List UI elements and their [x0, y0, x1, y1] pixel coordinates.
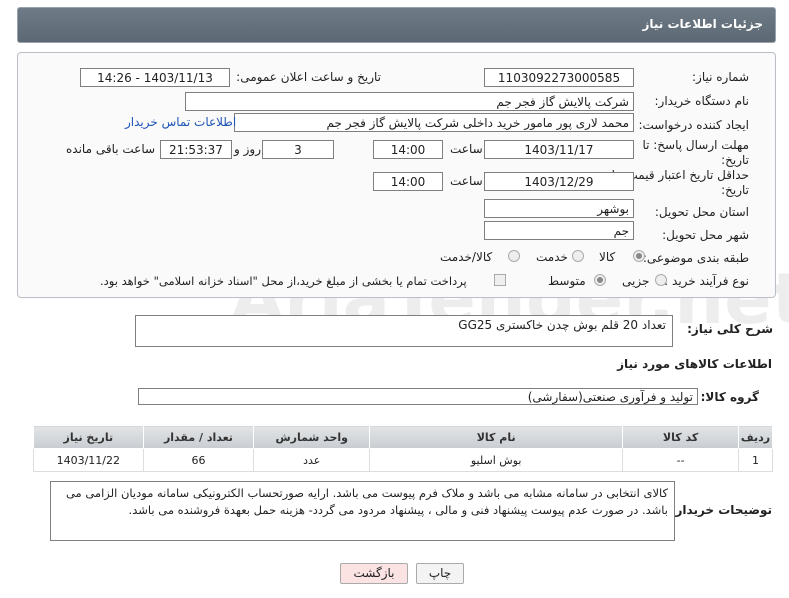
- announce-field: 1403/11/13 - 14:26: [80, 68, 230, 87]
- remaining-label: ساعت باقی مانده: [66, 142, 156, 156]
- cell-code: --: [622, 448, 740, 472]
- days-field: 3: [262, 140, 334, 159]
- summary-box: تعداد 20 قلم بوش چدن خاکستری GG25: [135, 315, 673, 347]
- col-date: تاریخ نیاز: [33, 425, 144, 449]
- city-field: جم: [484, 221, 634, 240]
- need-number-field: 1103092273000585: [484, 68, 634, 87]
- page-header: جزئیات اطلاعات نیاز: [17, 7, 776, 43]
- reply-deadline-label: مهلت ارسال پاسخ: تا: [642, 138, 749, 152]
- price-time-field: 14:00: [373, 172, 443, 191]
- province-field: بوشهر: [484, 199, 634, 218]
- reply-time-field: 14:00: [373, 140, 443, 159]
- buyer-org-label: نام دستگاه خریدار:: [654, 94, 750, 108]
- price-date-field: 1403/12/29: [484, 172, 634, 191]
- category-radio-service[interactable]: [572, 250, 584, 262]
- buyer-org-field: شرکت پالایش گاز فجر جم: [185, 92, 634, 111]
- cell-qty: 66: [142, 448, 255, 472]
- reply-date-field: 1403/11/17: [484, 140, 634, 159]
- category-option-service: خدمت: [536, 250, 568, 264]
- col-code: کد کالا: [622, 425, 740, 449]
- col-unit: واحد شمارش: [253, 425, 371, 449]
- category-radio-goods[interactable]: [633, 250, 645, 262]
- buyer-contact-link[interactable]: اطلاعات تماس خریدار: [125, 115, 236, 129]
- page-title: جزئیات اطلاعات نیاز: [642, 17, 763, 31]
- creator-label: ایجاد کننده درخواست:: [638, 118, 749, 132]
- goods-group-field: تولید و فرآوری صنعتی(سفارشی): [138, 388, 698, 405]
- buyer-notes-label: توضیحات خریدار:: [670, 503, 772, 517]
- table-row: 1 -- بوش اسلیو عدد 66 1403/11/22: [33, 448, 773, 472]
- purchase-option-minor: جزیی: [622, 274, 650, 288]
- summary-text: تعداد 20 قلم بوش چدن خاکستری GG25: [458, 318, 666, 332]
- category-radio-both[interactable]: [508, 250, 520, 262]
- treasury-payment-checkbox[interactable]: [494, 274, 506, 286]
- cell-date: 1403/11/22: [33, 448, 144, 472]
- creator-field: محمد لاری پور مامور خرید داخلی شرکت پالا…: [234, 113, 634, 132]
- purchase-type-label: نوع فرآیند خرید :: [664, 274, 749, 288]
- need-number-label: شماره نیاز:: [692, 70, 749, 84]
- price-time-label: ساعت: [450, 174, 483, 188]
- category-option-both: کالا/خدمت: [440, 250, 493, 264]
- cell-name: بوش اسلیو: [369, 448, 624, 472]
- reply-deadline-label-date: تاریخ:: [721, 153, 749, 167]
- col-name: نام کالا: [369, 425, 624, 449]
- days-label: روز و: [234, 142, 261, 156]
- reply-time-label: ساعت: [450, 142, 483, 156]
- goods-section-title: اطلاعات کالاهای مورد نیاز: [617, 357, 772, 371]
- goods-group-label: گروه کالا:: [700, 390, 759, 404]
- goods-table-header: ردیف کد کالا نام کالا واحد شمارش تعداد /…: [33, 425, 773, 449]
- goods-table: ردیف کد کالا نام کالا واحد شمارش تعداد /…: [33, 425, 773, 472]
- treasury-payment-note: پرداخت تمام یا بخشی از مبلغ خرید،از محل …: [100, 274, 467, 288]
- category-label: طبقه بندی موضوعی:: [642, 251, 749, 265]
- print-button[interactable]: چاپ: [416, 563, 464, 584]
- announce-label: تاریخ و ساعت اعلان عمومی:: [236, 70, 381, 84]
- province-label: استان محل تحویل:: [654, 205, 749, 219]
- category-option-goods: کالا: [599, 250, 616, 264]
- purchase-radio-minor[interactable]: [655, 274, 667, 286]
- buyer-notes-text: کالای انتخابی در سامانه مشابه می باشد و …: [65, 486, 668, 517]
- purchase-option-medium: متوسط: [548, 274, 586, 288]
- buyer-notes-box: کالای انتخابی در سامانه مشابه می باشد و …: [50, 481, 675, 541]
- price-validity-label-date: تاریخ:: [721, 183, 749, 197]
- city-label: شهر محل تحویل:: [662, 228, 749, 242]
- cell-unit: عدد: [253, 448, 371, 472]
- purchase-radio-medium[interactable]: [594, 274, 606, 286]
- summary-label: شرح کلی نیاز:: [687, 322, 773, 336]
- back-button[interactable]: بازگشت: [340, 563, 408, 584]
- remaining-time-field: 21:53:37: [160, 140, 232, 159]
- col-qty: تعداد / مقدار: [142, 425, 255, 449]
- cell-row: 1: [738, 448, 773, 472]
- col-row: ردیف: [738, 425, 773, 449]
